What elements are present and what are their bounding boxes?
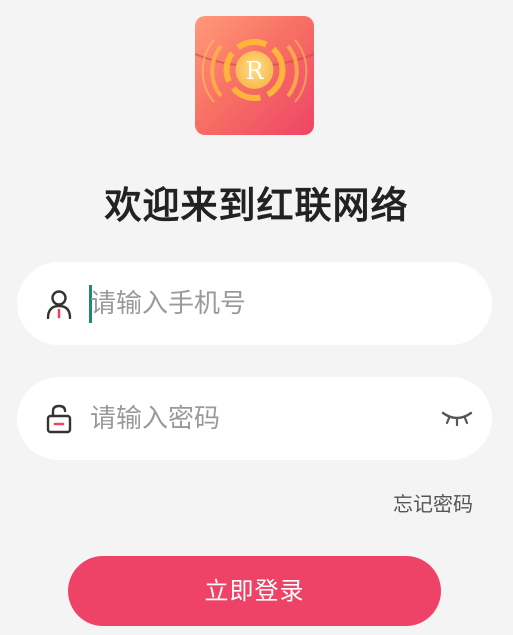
- lock-open-icon: [46, 404, 72, 434]
- phone-field[interactable]: 请输入手机号: [17, 262, 492, 345]
- password-field[interactable]: 请输入密码: [17, 377, 492, 460]
- forgot-password-link[interactable]: 忘记密码: [393, 490, 473, 518]
- page-title: 欢迎来到红联网络: [104, 184, 409, 227]
- logo-letter: R: [245, 57, 264, 85]
- password-input[interactable]: 请输入密码: [90, 397, 220, 441]
- app-logo: R: [195, 16, 314, 135]
- login-button[interactable]: 立即登录: [68, 556, 441, 626]
- phone-input[interactable]: 请输入手机号: [90, 282, 246, 326]
- eye-closed-icon[interactable]: [441, 409, 473, 427]
- user-icon: [46, 289, 72, 320]
